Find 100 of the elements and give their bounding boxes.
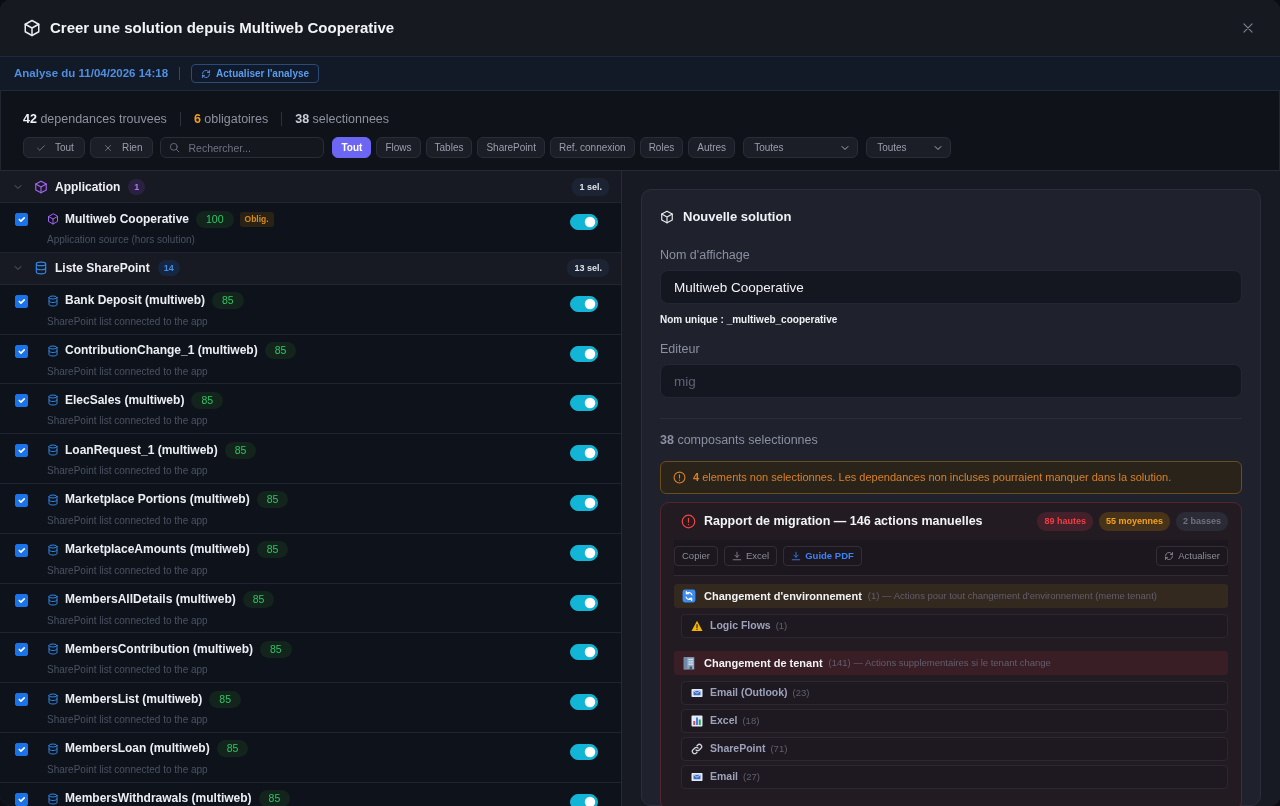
checkbox[interactable] (15, 543, 28, 557)
link-icon (691, 743, 703, 755)
database-icon (47, 344, 59, 357)
checkbox[interactable] (15, 213, 28, 226)
toggle-switch[interactable] (570, 345, 598, 362)
action-count: (1) (775, 618, 788, 633)
action-count: (71) (770, 741, 788, 756)
score-badge: 85 (224, 441, 257, 459)
count-badge: 14 (157, 260, 180, 277)
dialog-title: Creer une solution depuis Multiweb Cooperative (50, 17, 395, 38)
action-count: (23) (792, 685, 810, 700)
filter-dropdown[interactable]: Toutes (866, 137, 952, 158)
item-description: SharePoint list connected to the app (47, 713, 209, 728)
check-icon (36, 142, 46, 153)
select-button[interactable]: Tout (23, 137, 85, 158)
toggle-switch[interactable] (570, 594, 598, 611)
score-badge: 85 (191, 391, 224, 409)
report-action-button[interactable]: Guide PDF (783, 546, 862, 566)
filter-tab[interactable]: Roles (639, 137, 684, 158)
checkbox[interactable] (15, 792, 28, 806)
filter-tab[interactable]: Autres (688, 137, 736, 158)
toggle-switch[interactable] (570, 694, 598, 711)
database-icon (47, 742, 59, 755)
filter-tab[interactable]: Tout (332, 137, 372, 158)
select-button[interactable]: Rien (89, 137, 154, 158)
database-icon (47, 543, 59, 556)
item-description: SharePoint list connected to the app (47, 663, 209, 678)
item-name: ElecSales (multiweb) (65, 393, 185, 407)
checkbox[interactable] (15, 294, 28, 308)
checkbox[interactable] (15, 444, 28, 458)
refresh-button[interactable]: Actualiser (1156, 546, 1228, 566)
item-name: Multiweb Cooperative (65, 212, 189, 226)
severity-badge: 55 moyennes (1098, 511, 1170, 531)
severity-badge: 89 hautes (1037, 511, 1093, 531)
toggle-switch[interactable] (570, 743, 598, 760)
score-badge: 85 (209, 690, 242, 708)
field-label: Nom d'affichage (660, 247, 751, 263)
action-item[interactable]: Email (27) (681, 765, 1228, 789)
section-detail: (1) — Actions pour tout changement d'environnement (meme tenant) (867, 588, 1157, 603)
database-icon (34, 261, 48, 276)
score-badge: 85 (256, 491, 289, 509)
severity-badge: 2 basses (1175, 511, 1228, 531)
action-item[interactable]: SharePoint (71) (681, 737, 1228, 761)
toggle-switch[interactable] (570, 295, 598, 312)
selection-count: 1 sel. (572, 177, 609, 196)
item-description: Application source (hors solution) (47, 233, 196, 247)
action-label: Logic Flows (710, 618, 771, 634)
checkbox[interactable] (15, 494, 28, 507)
checkbox[interactable] (15, 593, 28, 607)
toggle-switch[interactable] (570, 214, 598, 230)
item-name: MembersList (multiweb) (65, 692, 203, 706)
checkbox[interactable] (15, 394, 28, 408)
refresh-icon (201, 68, 212, 79)
close-icon (1241, 21, 1255, 35)
alert-icon (673, 471, 686, 484)
toggle-switch[interactable] (570, 445, 598, 462)
toggle-switch[interactable] (570, 793, 598, 806)
database-icon (47, 394, 59, 407)
filter-tab[interactable]: SharePoint (477, 137, 545, 158)
envelope-icon (691, 687, 703, 699)
text-field[interactable]: Multiweb Cooperative (660, 270, 1242, 304)
cube-icon (34, 179, 48, 194)
toggle-switch[interactable] (570, 395, 598, 412)
selection-count: 13 sel. (567, 259, 609, 278)
action-item[interactable]: Logic Flows (1) (681, 614, 1228, 638)
checkbox[interactable] (15, 344, 28, 358)
item-name: MembersLoan (multiweb) (65, 742, 210, 756)
filter-dropdown[interactable]: Toutes (743, 137, 859, 158)
filter-tab[interactable]: Ref. connexion (549, 137, 635, 158)
refresh-analysis-button[interactable]: Actualiser l'analyse (191, 64, 320, 83)
search-field[interactable]: Rechercher... (160, 137, 325, 158)
score-badge: 85 (258, 790, 291, 806)
sync-icon (682, 589, 696, 603)
database-icon (47, 792, 59, 805)
checkbox[interactable] (15, 643, 28, 657)
database-icon (47, 444, 59, 457)
score-badge: 85 (260, 640, 292, 658)
cube-icon (47, 213, 59, 225)
item-description: SharePoint list connected to the app (47, 762, 209, 777)
action-label: Email (710, 769, 738, 785)
checkbox[interactable] (15, 693, 28, 707)
toggle-switch[interactable] (570, 495, 598, 511)
toggle-switch[interactable] (570, 644, 598, 661)
refresh-icon (1164, 551, 1175, 561)
x-icon (102, 142, 113, 153)
text-field[interactable]: mig (660, 364, 1242, 398)
report-action-button[interactable]: Excel (724, 546, 778, 566)
filter-tab[interactable]: Tables (425, 137, 473, 158)
action-item[interactable]: Email (Outlook) (23) (681, 681, 1228, 705)
analysis-date: Analyse du 11/04/2026 14:18 (14, 65, 169, 81)
report-action-button[interactable]: Copier (674, 546, 718, 566)
filter-tab[interactable]: Flows (376, 137, 421, 158)
action-item[interactable]: Excel (18) (681, 709, 1228, 733)
item-name: MarketplaceAmounts (multiweb) (65, 543, 250, 557)
checkbox[interactable] (15, 742, 28, 756)
item-name: LoanRequest_1 (multiweb) (65, 443, 218, 457)
score-badge: 100 (196, 210, 234, 228)
toggle-switch[interactable] (570, 544, 598, 561)
building-icon (682, 656, 696, 670)
item-description: SharePoint list connected to the app (47, 563, 209, 578)
